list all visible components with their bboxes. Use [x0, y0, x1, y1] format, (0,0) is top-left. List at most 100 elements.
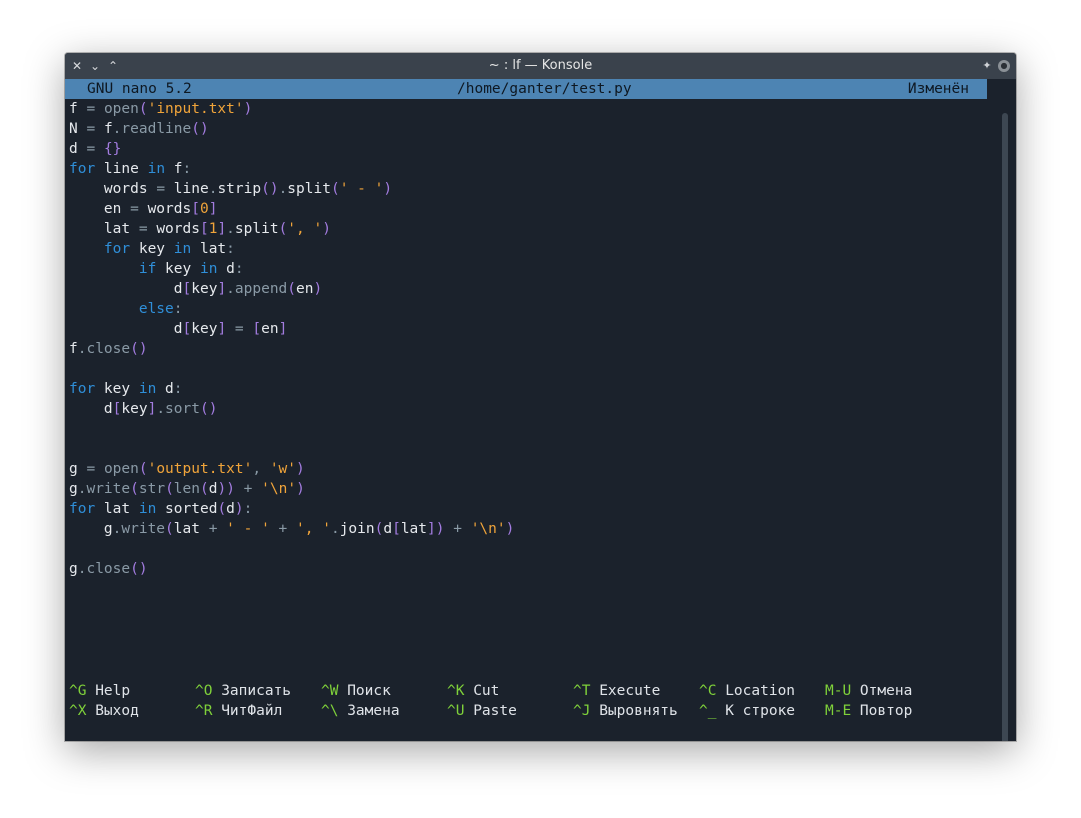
code-line[interactable]: if key in d: — [69, 259, 514, 279]
shortcut-label: Выровнять — [590, 703, 678, 719]
code-token: ] — [217, 221, 227, 237]
konsole-window: ✕ ⌄ ⌃ ~ : lf — Konsole ✦ ● GNU nano 5.2 … — [65, 53, 1016, 741]
code-token: sorted — [156, 501, 218, 517]
code-token: in — [199, 261, 218, 277]
code-token: () — [130, 341, 148, 357]
code-line[interactable]: for key in d: — [69, 379, 514, 399]
shortcut-key: ^C — [699, 683, 717, 699]
code-token: : — [226, 241, 235, 257]
code-token: lat — [400, 521, 428, 537]
code-token: .write — [77, 481, 131, 497]
code-line[interactable]: lat = words[1].split(', ') — [69, 219, 514, 239]
code-line[interactable] — [69, 539, 514, 559]
title-bar[interactable]: ✕ ⌄ ⌃ ~ : lf — Konsole ✦ ● — [65, 53, 1016, 79]
code-token: ' - ' — [226, 521, 270, 537]
code-token: in — [147, 161, 166, 177]
code-token: ( — [138, 101, 148, 117]
shortcut-key: ^T — [573, 683, 591, 699]
shortcut-label: Записать — [212, 683, 292, 699]
code-token: = — [86, 101, 104, 117]
code-token: d — [156, 381, 174, 397]
code-token: {} — [103, 141, 122, 157]
shortcut-item: M-U Отмена — [825, 681, 912, 701]
code-token: ( — [130, 481, 139, 497]
code-token: len — [173, 481, 200, 497]
code-token: ] — [278, 321, 288, 337]
code-line[interactable] — [69, 439, 514, 459]
code-token: key — [156, 261, 200, 277]
code-line[interactable]: g = open('output.txt', 'w') — [69, 459, 514, 479]
code-token: ) — [243, 101, 253, 117]
shortcut-item: ^O Записать — [195, 681, 291, 701]
code-token: words — [147, 201, 192, 217]
code-token: if — [69, 261, 157, 277]
code-line[interactable]: for lat in sorted(d): — [69, 499, 514, 519]
code-token: '\n' — [261, 481, 297, 497]
code-token: , — [252, 461, 270, 477]
code-token: else — [69, 301, 174, 317]
code-token: ( — [287, 281, 297, 297]
code-token: d — [69, 401, 113, 417]
window-menu-icon[interactable]: ● — [998, 60, 1010, 72]
code-line[interactable]: f.close() — [69, 339, 514, 359]
code-token: ]) — [427, 521, 445, 537]
code-token: : — [243, 501, 253, 517]
code-token: ) — [383, 181, 393, 197]
terminal-area[interactable]: GNU nano 5.2 /home/ganter/test.py Изменё… — [65, 79, 1016, 741]
code-token: = — [226, 321, 253, 337]
shortcut-item: M-E Повтор — [825, 701, 912, 721]
code-token: = — [130, 201, 148, 217]
pin-icon[interactable]: ✦ — [980, 57, 994, 75]
code-token: ] — [217, 281, 227, 297]
shortcut-item: ^T Execute — [573, 681, 660, 701]
shortcut-row-2: ^X Выход ^R ЧитФайл ^\ Замена ^U Paste ^J Вы… — [69, 701, 969, 721]
code-token: strip — [217, 181, 262, 197]
shortcut-label: Location — [716, 683, 796, 699]
code-line[interactable]: N = f.readline() — [69, 119, 514, 139]
code-token: words — [156, 221, 200, 237]
code-token: 'output.txt' — [147, 461, 253, 477]
code-line[interactable]: else: — [69, 299, 514, 319]
code-line[interactable]: d[key] = [en] — [69, 319, 514, 339]
nano-header-bar: GNU nano 5.2 /home/ganter/test.py Изменё… — [65, 79, 987, 99]
code-line[interactable]: f = open('input.txt') — [69, 99, 514, 119]
code-token: en — [69, 201, 131, 217]
code-line[interactable] — [69, 359, 514, 379]
code-token: ) — [505, 521, 515, 537]
code-line[interactable]: d = {} — [69, 139, 514, 159]
code-token: str — [138, 481, 166, 497]
shortcut-item: ^R ЧитФайл — [195, 701, 282, 721]
code-line[interactable]: for line in f: — [69, 159, 514, 179]
code-token: lat — [191, 241, 227, 257]
code-token: = — [86, 141, 104, 157]
shortcut-key: ^O — [195, 683, 213, 699]
code-token: ) — [322, 221, 331, 237]
code-token: : — [173, 381, 183, 397]
code-token: () — [199, 401, 218, 417]
code-line[interactable]: g.write(lat + ' - ' + ', '.join(d[lat]) … — [69, 519, 514, 539]
code-line[interactable]: d[key].sort() — [69, 399, 514, 419]
shortcut-label: Повтор — [851, 703, 913, 719]
shortcut-item: ^K Cut — [447, 681, 499, 701]
code-line[interactable]: g.close() — [69, 559, 514, 579]
shortcut-label: Paste — [464, 703, 517, 719]
code-token: key — [191, 321, 218, 337]
code-line[interactable]: d[key].append(en) — [69, 279, 514, 299]
code-line[interactable]: g.write(str(len(d)) + '\n') — [69, 479, 514, 499]
shortcut-label: Выход — [86, 703, 139, 719]
code-token: .readline — [112, 121, 192, 137]
code-token: .close — [77, 341, 131, 357]
code-line[interactable]: for key in lat: — [69, 239, 514, 259]
code-line[interactable]: en = words[0] — [69, 199, 514, 219]
shortcut-label: Отмена — [851, 683, 913, 699]
code-token: .write — [112, 521, 166, 537]
code-line[interactable] — [69, 419, 514, 439]
shortcut-key: ^K — [447, 683, 465, 699]
scrollbar[interactable] — [1002, 113, 1008, 741]
code-token: open — [103, 461, 139, 477]
code-token: [ — [199, 221, 209, 237]
code-line[interactable]: words = line.strip().split(' - ') — [69, 179, 514, 199]
shortcut-label: Замена — [338, 703, 400, 719]
code-editor[interactable]: f = open('input.txt') N = f.readline() d =… — [69, 99, 514, 579]
code-token: : — [234, 261, 244, 277]
